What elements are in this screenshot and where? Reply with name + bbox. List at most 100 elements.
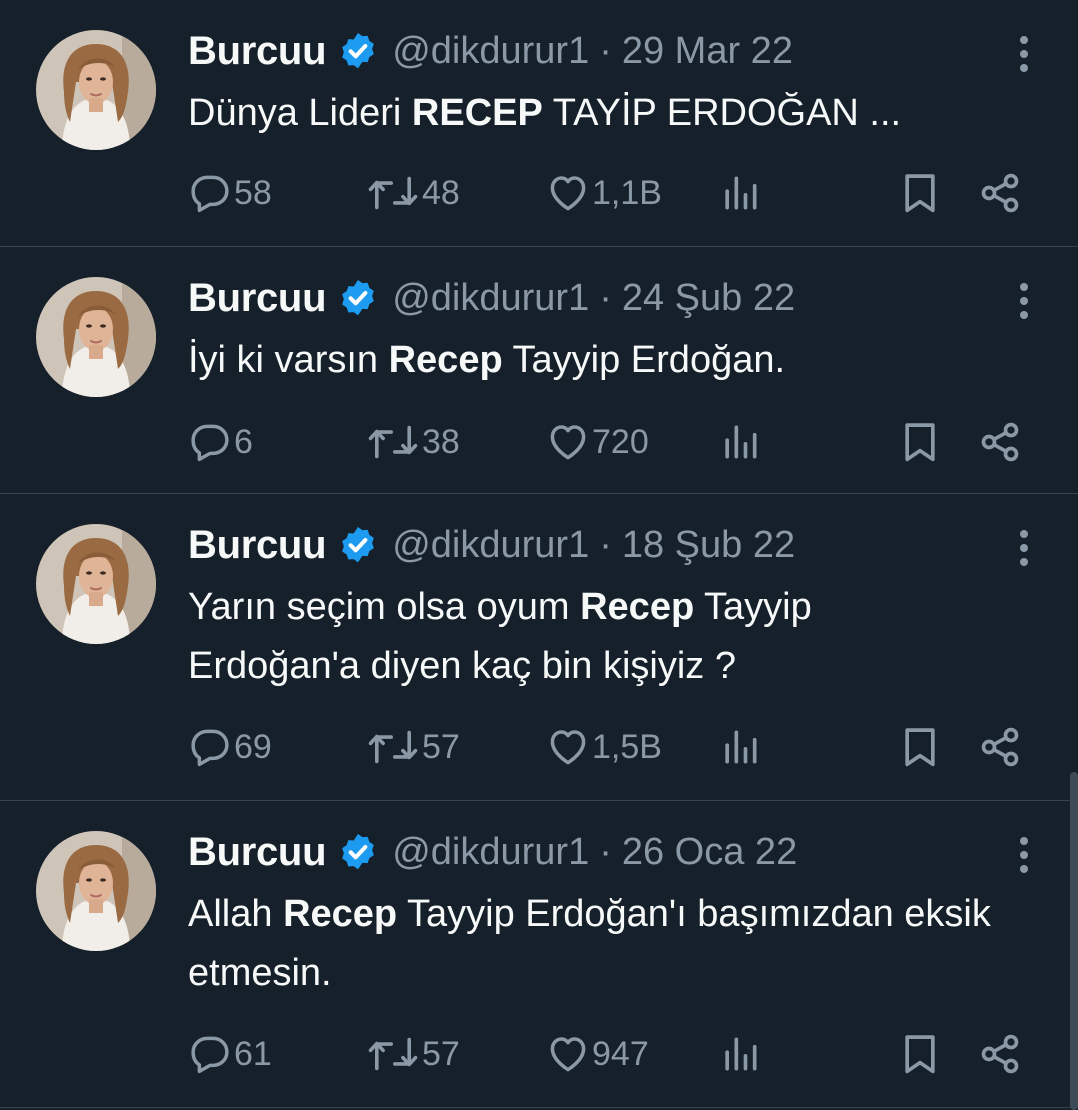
more-options-icon[interactable]: [1014, 34, 1034, 74]
author-name[interactable]: Burcuu: [188, 830, 327, 875]
author-handle[interactable]: @dikdurur1: [392, 30, 589, 73]
tweet-text-segment: Tayyip Erdoğan.: [502, 339, 786, 381]
like-button[interactable]: 947: [546, 1029, 649, 1079]
author-name[interactable]: Burcuu: [188, 29, 327, 74]
avatar[interactable]: [36, 30, 156, 150]
tweet[interactable]: Burcuu @dikdurur1 · 29 Mar 22 Dünya Lide…: [0, 0, 1078, 247]
bookmark-icon: [898, 171, 942, 215]
tweet[interactable]: Burcuu @dikdurur1 · 26 Oca 22 Allah Rece…: [0, 801, 1078, 1108]
tweet-text-bold: Recep: [388, 339, 503, 381]
share-icon: [978, 725, 1022, 769]
heart-icon: [546, 420, 590, 464]
bookmark-button[interactable]: [898, 168, 942, 218]
reply-icon: [188, 171, 232, 215]
tweet-text: Allah Recep Tayyip Erdoğan'ı başımızdan …: [188, 885, 1038, 1003]
views-button[interactable]: [718, 722, 762, 772]
reply-button[interactable]: 61: [188, 1029, 272, 1079]
tweet-header: Burcuu @dikdurur1 · 26 Oca 22: [188, 827, 797, 877]
avatar[interactable]: [36, 831, 156, 951]
tweet-actions: 6 38 720: [188, 417, 1038, 467]
tweet-date[interactable]: 24 Şub 22: [622, 277, 795, 320]
like-count: 1,5B: [592, 727, 662, 766]
tweet-actions: 61 57 947: [188, 1029, 1038, 1079]
retweet-icon: [366, 171, 420, 215]
reply-button[interactable]: 58: [188, 168, 272, 218]
tweet-header: Burcuu @dikdurur1 · 24 Şub 22: [188, 273, 795, 323]
views-icon: [718, 171, 762, 215]
bookmark-button[interactable]: [898, 417, 942, 467]
tweet-text: Dünya Lideri RECEP TAYİP ERDOĞAN ...: [188, 84, 1048, 143]
views-icon: [718, 420, 762, 464]
heart-icon: [546, 1032, 590, 1076]
header-separator: ·: [599, 830, 612, 873]
bookmark-icon: [898, 420, 942, 464]
like-button[interactable]: 1,1B: [546, 168, 662, 218]
author-name[interactable]: Burcuu: [188, 523, 327, 568]
tweet-text-segment: Allah: [188, 893, 284, 935]
avatar[interactable]: [36, 277, 156, 397]
verified-badge-icon: [338, 31, 378, 71]
tweet-text-segment: Dünya Lideri: [188, 92, 412, 134]
retweet-button[interactable]: 48: [366, 168, 460, 218]
author-handle[interactable]: @dikdurur1: [392, 524, 589, 567]
retweet-count: 48: [422, 173, 460, 212]
tweet[interactable]: Burcuu @dikdurur1 · 24 Şub 22 İyi ki var…: [0, 247, 1078, 494]
author-handle[interactable]: @dikdurur1: [392, 831, 589, 874]
like-button[interactable]: 720: [546, 417, 649, 467]
share-icon: [978, 1032, 1022, 1076]
views-button[interactable]: [718, 168, 762, 218]
retweet-button[interactable]: 38: [366, 417, 460, 467]
tweet-date[interactable]: 29 Mar 22: [622, 30, 793, 73]
retweet-count: 57: [422, 1034, 460, 1073]
tweet-text: Yarın seçim olsa oyum Recep Tayyip Erdoğ…: [188, 578, 948, 696]
reply-button[interactable]: 69: [188, 722, 272, 772]
retweet-count: 57: [422, 727, 460, 766]
tweet-text-bold: Recep: [283, 893, 398, 935]
views-button[interactable]: [718, 417, 762, 467]
tweet-date[interactable]: 18 Şub 22: [622, 524, 795, 567]
verified-badge-icon: [338, 525, 378, 565]
share-button[interactable]: [978, 168, 1022, 218]
avatar[interactable]: [36, 524, 156, 644]
tweet-actions: 69 57 1,5B: [188, 722, 1038, 772]
retweet-icon: [366, 725, 420, 769]
retweet-icon: [366, 420, 420, 464]
share-button[interactable]: [978, 1029, 1022, 1079]
share-icon: [978, 171, 1022, 215]
reply-icon: [188, 1032, 232, 1076]
verified-badge-icon: [338, 278, 378, 318]
author-handle[interactable]: @dikdurur1: [392, 277, 589, 320]
author-name[interactable]: Burcuu: [188, 276, 327, 321]
like-count: 720: [592, 422, 649, 461]
reply-icon: [188, 725, 232, 769]
scrollbar[interactable]: [1070, 772, 1078, 1110]
tweet-text-bold: RECEP: [411, 92, 543, 134]
tweet-actions: 58 48 1,1B: [188, 168, 1038, 218]
more-options-icon[interactable]: [1014, 281, 1034, 321]
tweet-text-segment: TAYİP ERDOĞAN ...: [542, 92, 902, 134]
views-icon: [718, 1032, 762, 1076]
like-count: 947: [592, 1034, 649, 1073]
bookmark-icon: [898, 725, 942, 769]
share-button[interactable]: [978, 417, 1022, 467]
tweet-header: Burcuu @dikdurur1 · 18 Şub 22: [188, 520, 795, 570]
more-options-icon[interactable]: [1014, 528, 1034, 568]
views-button[interactable]: [718, 1029, 762, 1079]
share-icon: [978, 420, 1022, 464]
verified-badge-icon: [338, 832, 378, 872]
more-options-icon[interactable]: [1014, 835, 1034, 875]
tweet-text: İyi ki varsın Recep Tayyip Erdoğan.: [188, 331, 1048, 390]
reply-button[interactable]: 6: [188, 417, 253, 467]
retweet-icon: [366, 1032, 420, 1076]
tweet-date[interactable]: 26 Oca 22: [622, 831, 797, 874]
retweet-button[interactable]: 57: [366, 1029, 460, 1079]
tweet[interactable]: Burcuu @dikdurur1 · 18 Şub 22 Yarın seçi…: [0, 494, 1078, 801]
retweet-button[interactable]: 57: [366, 722, 460, 772]
bookmark-button[interactable]: [898, 722, 942, 772]
tweet-text-segment: Yarın seçim olsa oyum: [188, 586, 581, 628]
like-button[interactable]: 1,5B: [546, 722, 662, 772]
bookmark-button[interactable]: [898, 1029, 942, 1079]
tweet-header: Burcuu @dikdurur1 · 29 Mar 22: [188, 26, 793, 76]
share-button[interactable]: [978, 722, 1022, 772]
header-separator: ·: [599, 276, 612, 319]
